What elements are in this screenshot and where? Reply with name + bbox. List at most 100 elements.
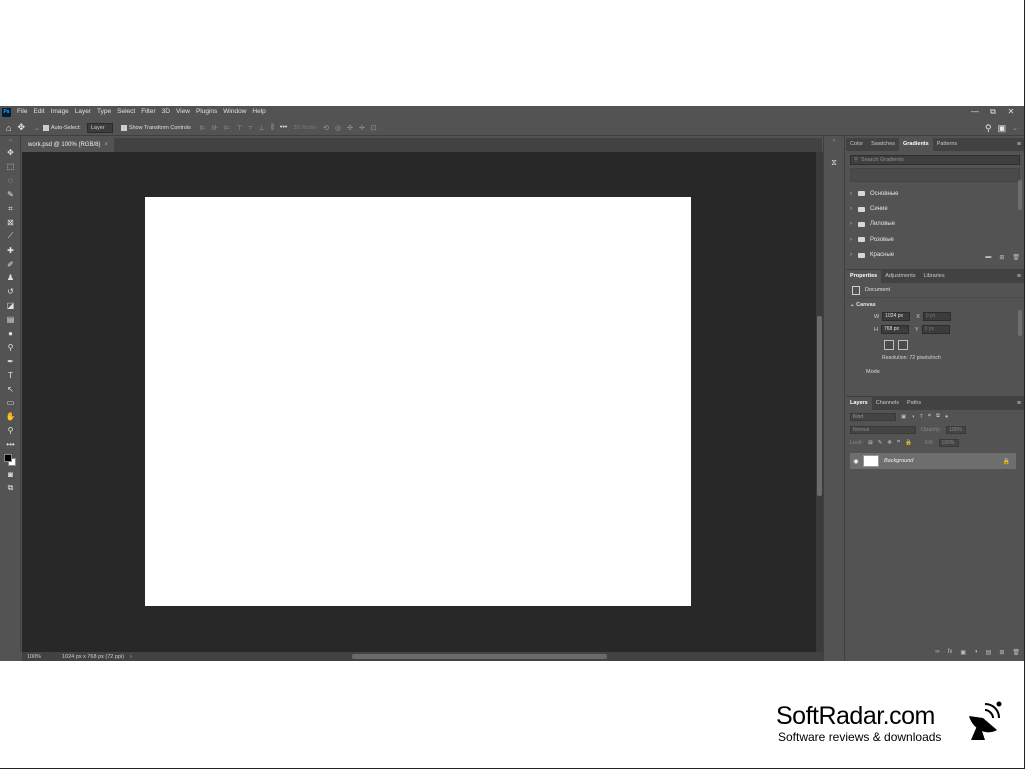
align-top-icon[interactable]: ⊤	[236, 124, 242, 132]
tab-adjustments[interactable]: Adjustments	[881, 270, 919, 283]
lock-position-icon[interactable]: ✥	[887, 440, 892, 446]
checkbox-box[interactable]	[120, 124, 127, 131]
layer-name[interactable]: Background	[884, 458, 913, 464]
menu-filter[interactable]: Filter	[138, 106, 158, 118]
align-center-icon[interactable]: ⊪	[212, 124, 218, 132]
chevron-down-icon[interactable]: ⌄	[1012, 124, 1018, 132]
expand-panels-icon[interactable]: «	[824, 138, 844, 144]
frame-tool-icon[interactable]: ⊠	[0, 215, 21, 229]
tab-paths[interactable]: Paths	[903, 397, 925, 410]
vertical-scrollbar[interactable]	[816, 152, 823, 652]
quick-mask-icon[interactable]: ◙	[0, 468, 21, 482]
chevron-right-icon[interactable]: ›	[850, 252, 856, 258]
history-panel-icon[interactable]: ⧖	[824, 158, 844, 168]
delete-icon[interactable]: 🗑	[1012, 254, 1020, 261]
hand-tool-icon[interactable]: ✋	[0, 410, 21, 424]
auto-select-target-dropdown[interactable]: Layer	[86, 122, 113, 133]
chevron-down-icon[interactable]: ⌄	[34, 124, 40, 132]
close-tab-icon[interactable]: ×	[104, 138, 108, 152]
menu-view[interactable]: View	[173, 106, 193, 118]
opacity-field[interactable]: 100%	[946, 425, 967, 434]
collapse-icon[interactable]: «	[0, 136, 21, 146]
tab-swatches[interactable]: Swatches	[867, 138, 899, 151]
landscape-orientation-icon[interactable]	[898, 340, 908, 350]
tab-libraries[interactable]: Libraries	[919, 270, 948, 283]
panel-menu-icon[interactable]: ≡	[1017, 138, 1021, 151]
3d-camera-icon[interactable]: ⊡	[371, 124, 377, 132]
layer-lock-icon[interactable]: 🔒	[1003, 458, 1010, 465]
panel-menu-icon[interactable]: ≡	[1017, 397, 1021, 410]
brush-tool-icon[interactable]: ✐	[0, 257, 21, 271]
more-options-button[interactable]: •••	[280, 124, 287, 131]
gradient-folder[interactable]: › Розовые	[846, 232, 1024, 247]
align-left-icon[interactable]: ⊫	[200, 124, 206, 132]
foreground-color-swatch[interactable]	[4, 453, 12, 462]
menu-plugins[interactable]: Plugins	[193, 106, 220, 118]
screen-mode-icon[interactable]: ⧉	[0, 481, 21, 495]
marquee-tool-icon[interactable]: ⬚	[0, 160, 21, 174]
zoom-level[interactable]: 100%	[22, 654, 50, 660]
type-tool-icon[interactable]: T	[0, 368, 21, 382]
eyedropper-tool-icon[interactable]: ⟋	[0, 229, 21, 243]
lock-transparent-icon[interactable]: ⊠	[868, 440, 873, 446]
gradient-search-input[interactable]: ⚲ Search Gradients	[850, 155, 1020, 165]
move-tool-icon[interactable]: ✥	[0, 146, 21, 160]
path-select-tool-icon[interactable]: ↖	[0, 382, 21, 396]
blur-tool-icon[interactable]: ●	[0, 327, 21, 341]
checkbox-box[interactable]	[42, 124, 49, 131]
align-right-icon[interactable]: ⊨	[224, 124, 230, 132]
menu-select[interactable]: Select	[114, 106, 138, 118]
height-field[interactable]: 768 px	[880, 325, 909, 334]
filter-pixel-icon[interactable]: ▣	[901, 414, 906, 420]
gradients-scroll-thumb[interactable]	[1018, 180, 1022, 210]
gradient-folder[interactable]: › Основные	[846, 186, 1024, 201]
filter-shape-icon[interactable]: ⌗	[928, 413, 931, 420]
distribute-icon[interactable]: ⫼	[271, 124, 274, 132]
new-folder-icon[interactable]: ▬	[985, 254, 991, 261]
3d-drag-icon[interactable]: ✣	[347, 124, 353, 132]
filter-type-icon[interactable]: T	[920, 414, 923, 420]
dodge-tool-icon[interactable]: ⚲	[0, 340, 21, 354]
lasso-tool-icon[interactable]: ◌	[0, 174, 21, 188]
minimize-button[interactable]: —	[966, 106, 984, 118]
filter-smart-icon[interactable]: ⧉	[936, 413, 940, 420]
panel-menu-icon[interactable]: ≡	[1017, 270, 1021, 283]
clone-stamp-tool-icon[interactable]: ♟	[0, 271, 21, 285]
color-swatches[interactable]	[0, 452, 21, 468]
menu-edit[interactable]: Edit	[30, 106, 47, 118]
menu-file[interactable]: File	[14, 106, 30, 118]
delete-layer-icon[interactable]: 🗑	[1012, 649, 1020, 656]
3d-slide-icon[interactable]: ✛	[359, 124, 365, 132]
status-arrow-icon[interactable]: ›	[130, 654, 132, 660]
tab-patterns[interactable]: Patterns	[933, 138, 961, 151]
blend-mode-dropdown[interactable]: Normal	[850, 425, 916, 434]
link-layers-icon[interactable]: ∞	[935, 649, 939, 656]
close-window-button[interactable]: ✕	[1002, 106, 1020, 118]
visibility-eye-icon[interactable]: ◉	[850, 458, 862, 465]
healing-brush-tool-icon[interactable]: ✚	[0, 243, 21, 257]
auto-select-checkbox[interactable]: Auto-Select:	[42, 124, 81, 131]
pen-tool-icon[interactable]: ✒	[0, 354, 21, 368]
tab-properties[interactable]: Properties	[846, 270, 882, 283]
gradient-tool-icon[interactable]: ▤	[0, 313, 21, 327]
3d-roll-icon[interactable]: ◎	[335, 124, 341, 132]
vertical-scroll-thumb[interactable]	[817, 316, 822, 496]
rectangle-tool-icon[interactable]: ▭	[0, 396, 21, 410]
menu-image[interactable]: Image	[48, 106, 72, 118]
quick-select-tool-icon[interactable]: ✎	[0, 188, 21, 202]
show-transform-checkbox[interactable]: Show Transform Controls	[120, 124, 191, 131]
new-group-icon[interactable]: ▤	[986, 649, 992, 656]
menu-3d[interactable]: 3D	[159, 106, 173, 118]
gradient-folder[interactable]: › Синие	[846, 201, 1024, 216]
y-field[interactable]: 0 px	[921, 325, 950, 334]
lock-artboard-icon[interactable]: ⌗	[897, 439, 900, 446]
menu-type[interactable]: Type	[94, 106, 114, 118]
chevron-right-icon[interactable]: ›	[850, 206, 856, 212]
tab-channels[interactable]: Channels	[872, 397, 903, 410]
filter-adjustment-icon[interactable]: ◑	[911, 414, 914, 420]
move-tool-icon[interactable]: ✥	[17, 122, 25, 133]
document-tab[interactable]: work.psd @ 100% (RGB/8) ×	[22, 138, 114, 152]
menu-layer[interactable]: Layer	[72, 106, 94, 118]
x-field[interactable]: 0 px	[922, 312, 951, 321]
layer-style-icon[interactable]: fx	[948, 649, 953, 656]
